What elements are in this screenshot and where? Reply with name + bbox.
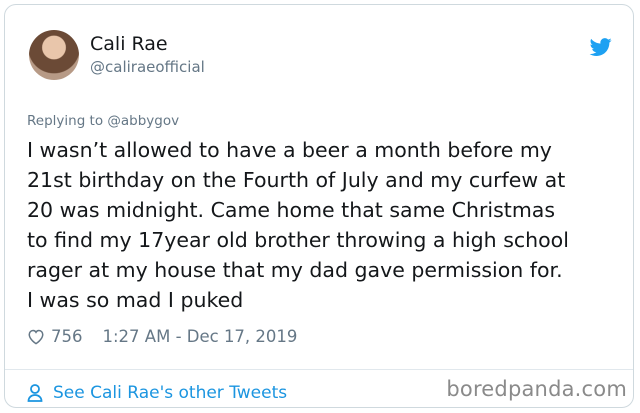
author-handle[interactable]: @caliraeofficial	[90, 58, 205, 76]
tweet-text-line: I wasn’t allowed to have a beer a month …	[27, 138, 552, 162]
watermark: boredpanda.com	[446, 377, 627, 401]
tweet-text-line: I was so mad I puked	[27, 288, 244, 312]
avatar[interactable]	[29, 30, 79, 80]
tweet-text-line: 21st birthday on the Fourth of July and …	[27, 168, 566, 192]
tweet-text-line: to find my 17year old brother throwing a…	[27, 228, 569, 252]
timestamp[interactable]: 1:27 AM - Dec 17, 2019	[103, 327, 298, 346]
tweet-text: I wasn’t allowed to have a beer a month …	[27, 135, 627, 315]
tweet-meta: 756 1:27 AM - Dec 17, 2019	[27, 325, 297, 347]
divider	[5, 369, 633, 370]
other-tweets-link[interactable]: See Cali Rae's other Tweets	[27, 383, 287, 403]
tweet-card: Cali Rae @caliraeofficial Replying to @a…	[4, 4, 634, 408]
tweet-text-line: 20 was midnight. Came home that same Chr…	[27, 198, 556, 222]
replying-to[interactable]: Replying to @abbygov	[27, 113, 179, 129]
author-name[interactable]: Cali Rae	[90, 33, 168, 55]
person-icon	[27, 384, 43, 402]
like-count[interactable]: 756	[51, 327, 83, 346]
twitter-bird-icon[interactable]	[588, 36, 614, 58]
other-tweets-label[interactable]: See Cali Rae's other Tweets	[53, 383, 287, 403]
tweet-text-line: rager at my house that my dad gave permi…	[27, 258, 563, 282]
heart-icon[interactable]	[27, 328, 45, 345]
